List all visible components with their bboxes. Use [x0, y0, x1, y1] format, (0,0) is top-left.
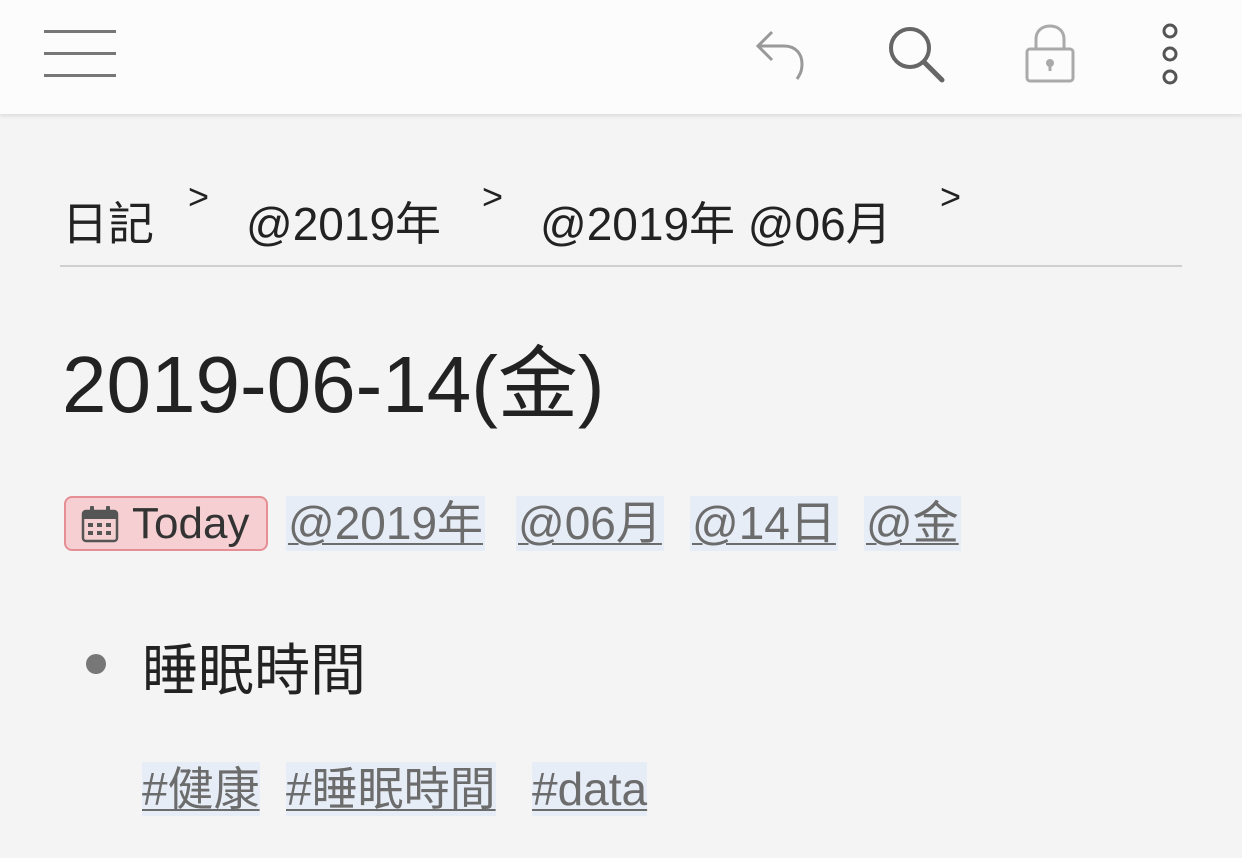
breadcrumb-separator: >: [482, 176, 504, 217]
menu-button[interactable]: [40, 14, 120, 94]
breadcrumb-separator: >: [188, 176, 210, 217]
breadcrumb-separator: >: [940, 176, 962, 217]
hashtag-data[interactable]: #data: [532, 762, 648, 816]
search-icon: [889, 27, 945, 83]
hamburger-menu-icon: [44, 30, 116, 77]
top-toolbar: [0, 0, 1242, 114]
breadcrumb-item-year[interactable]: @2019年: [246, 188, 441, 254]
hashtag-sleep-time[interactable]: #睡眠時間: [286, 762, 496, 816]
breadcrumb-item-diary[interactable]: 日記: [62, 188, 154, 254]
today-label: Today: [132, 498, 250, 548]
bullet-item-text[interactable]: 睡眠時間: [142, 626, 366, 707]
undo-arrow-icon: [755, 30, 804, 80]
undo-button[interactable]: [740, 14, 820, 94]
hashtag-health[interactable]: #健康: [142, 762, 260, 816]
bullet-point: [86, 654, 106, 674]
lock-button[interactable]: [1010, 14, 1090, 94]
breadcrumb-divider: [60, 265, 1182, 267]
tag-weekday[interactable]: @金: [864, 496, 961, 551]
tag-day[interactable]: @14日: [690, 496, 838, 551]
search-button[interactable]: [876, 14, 956, 94]
page-content: 日記 > @2019年 > @2019年 @06月 > 2019-06-14(金…: [0, 114, 1242, 858]
breadcrumb-item-month[interactable]: @2019年 @06月: [540, 188, 892, 254]
today-badge[interactable]: Today: [64, 496, 268, 551]
tag-year[interactable]: @2019年: [286, 496, 486, 551]
more-options-button[interactable]: [1130, 14, 1210, 94]
page-title: 2019-06-14(金): [62, 340, 605, 429]
calendar-icon: [81, 505, 119, 542]
lock-icon: [1025, 24, 1075, 83]
tag-month[interactable]: @06月: [516, 496, 664, 551]
date-tag-row: Today @2019年 @06月 @14日 @金: [62, 494, 1162, 556]
breadcrumb: 日記 > @2019年 > @2019年 @06月 >: [62, 176, 1182, 250]
more-vertical-icon: [1162, 23, 1178, 85]
